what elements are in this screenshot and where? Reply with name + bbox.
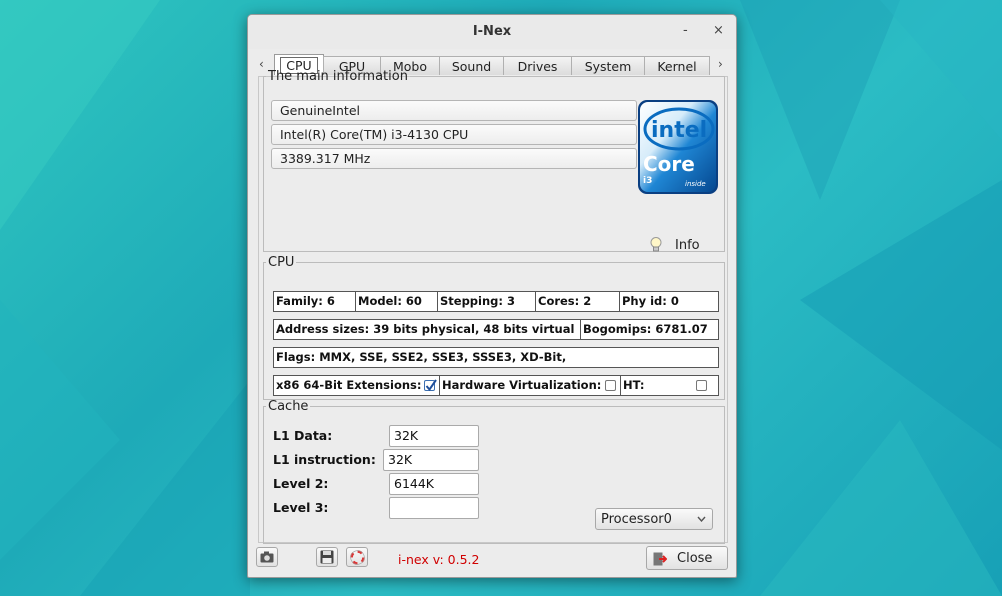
x86-64-label: x86 64-Bit Extensions: [276, 378, 422, 392]
processor-select-value: Processor0 [601, 512, 672, 527]
model-cell: Model: 60 [355, 291, 439, 312]
close-button-label: Close [677, 551, 713, 566]
level-3-label: Level 3: [273, 500, 329, 515]
ht-label: HT: [623, 378, 645, 392]
x86-64-checkbox[interactable] [424, 379, 437, 392]
address-sizes-cell: Address sizes: 39 bits physical, 48 bits… [273, 319, 582, 340]
hw-virtualization-cell: Hardware Virtualization: [439, 375, 622, 396]
close-button[interactable]: Close [646, 546, 728, 570]
bogomips-cell: Bogomips: 6781.07 [580, 319, 719, 340]
exit-icon [653, 552, 667, 566]
main-info-legend: The main information [268, 69, 408, 84]
vendor-field[interactable]: GenuineIntel [271, 100, 637, 121]
model-name-field[interactable]: Intel(R) Core(TM) i3-4130 CPU [271, 124, 637, 145]
logo-suffix-text: inside [685, 180, 706, 188]
version-label: i-nex v: 0.5.2 [398, 552, 480, 567]
family-cell: Family: 6 [273, 291, 357, 312]
camera-icon [260, 551, 274, 563]
hw-virtualization-label: Hardware Virtualization: [442, 378, 602, 392]
l1-data-field[interactable]: 32K [389, 425, 479, 447]
l1-data-label: L1 Data: [273, 428, 333, 443]
lightbulb-icon [650, 237, 662, 252]
cache-legend: Cache [268, 399, 309, 414]
screenshot-button[interactable] [256, 547, 278, 567]
processor-select[interactable]: Processor0 [595, 508, 713, 530]
l1-instruction-label: L1 instruction: [273, 452, 376, 467]
save-report-button[interactable] [316, 547, 338, 567]
flags-cell: Flags: MMX, SSE, SSE2, SSE3, SSSE3, XD-B… [273, 347, 719, 368]
cores-cell: Cores: 2 [535, 291, 621, 312]
info-button[interactable]: Info [649, 235, 700, 255]
logo-line-text: Core [643, 152, 695, 176]
cpu-speed-field[interactable]: 3389.317 MHz [271, 148, 637, 169]
window-title: I-Nex [472, 24, 512, 39]
i-nex-window: I-Nex - × ‹ CPU GPU Mobo Sound Drives Sy… [247, 14, 737, 578]
intel-core-i3-logo: intel Core i3 inside [638, 100, 718, 194]
info-label: Info [675, 237, 700, 253]
hw-virtualization-checkbox[interactable] [605, 380, 616, 391]
checkmark-icon [425, 379, 437, 392]
l1-instruction-field[interactable]: 32K [383, 449, 479, 471]
ht-checkbox[interactable] [696, 380, 707, 391]
help-button[interactable] [346, 547, 368, 567]
title-bar[interactable]: I-Nex - × [248, 15, 736, 49]
lifebuoy-icon [350, 550, 365, 565]
logo-brand-text: intel [651, 118, 707, 143]
stepping-cell: Stepping: 3 [437, 291, 537, 312]
level-3-field[interactable] [389, 497, 479, 519]
level-2-label: Level 2: [273, 476, 329, 491]
phy-id-cell: Phy id: 0 [619, 291, 719, 312]
bottom-toolbar: i-nex v: 0.5.2 Close [248, 543, 736, 577]
close-window-button[interactable]: × [713, 23, 724, 38]
level-2-field[interactable]: 6144K [389, 473, 479, 495]
cpu-legend: CPU [268, 255, 295, 270]
chevron-down-icon [697, 516, 706, 522]
minimize-button[interactable]: - [683, 23, 688, 38]
x86-64-cell: x86 64-Bit Extensions: [273, 375, 441, 396]
cpu-tab-panel: The main information GenuineIntel Intel(… [258, 69, 728, 544]
floppy-disk-icon [320, 550, 334, 564]
logo-tier-text: i3 [643, 176, 652, 186]
